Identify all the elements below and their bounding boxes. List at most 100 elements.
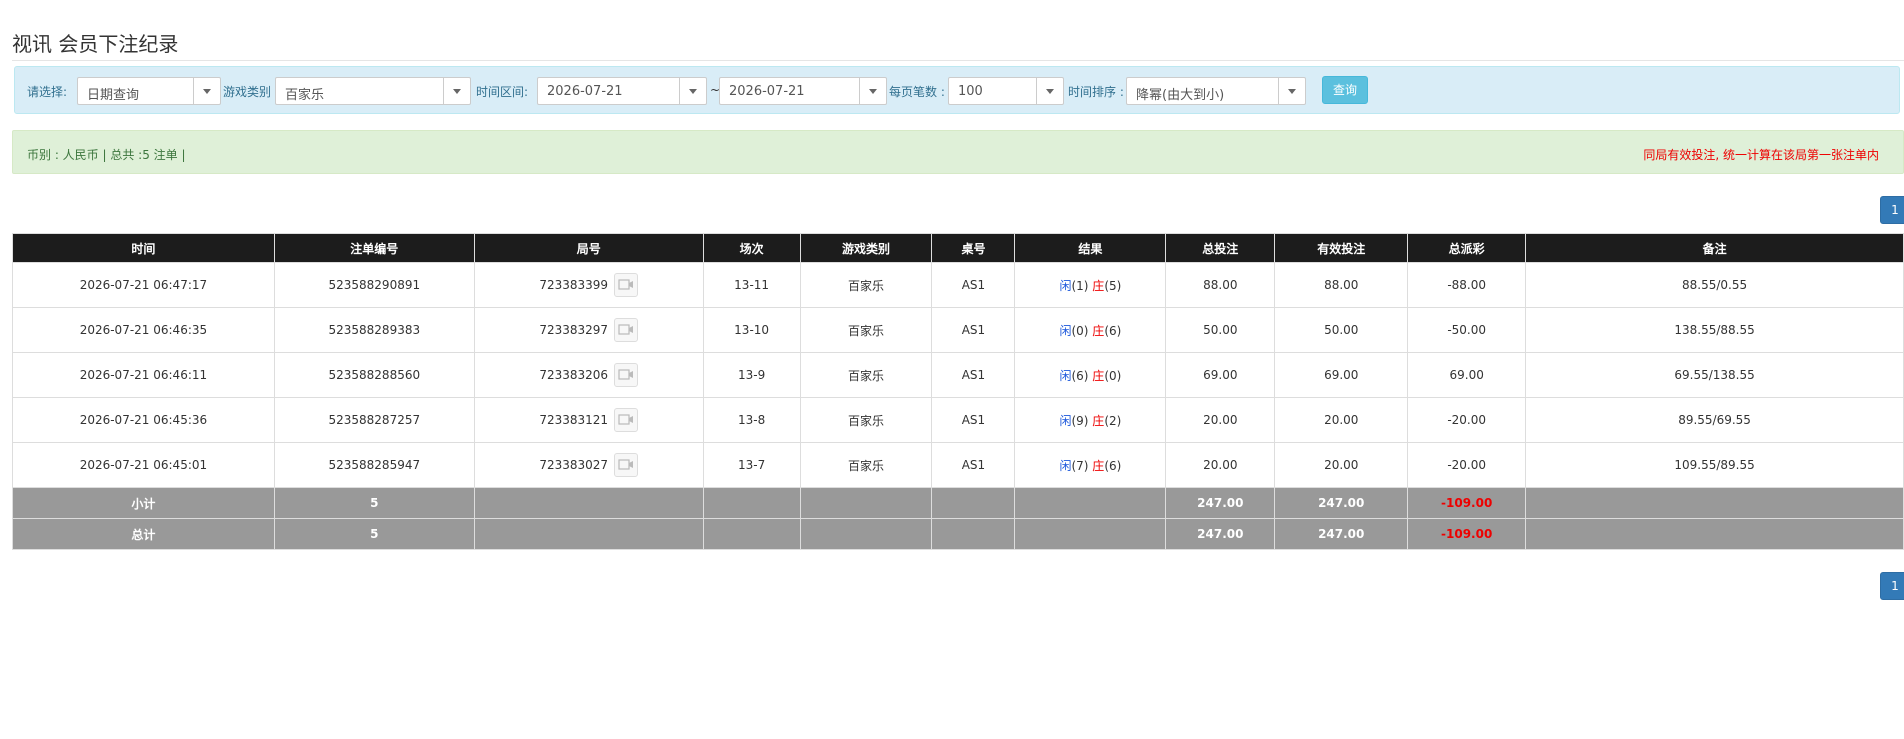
pagination-page-top[interactable]: 1 [1880, 196, 1904, 224]
subtotal-total-bet: 247.00 [1165, 487, 1276, 519]
column-header-payout[interactable]: 总派彩 [1407, 233, 1527, 263]
pagination-page-bottom[interactable]: 1 [1880, 572, 1904, 600]
cell-remark: 88.55/0.55 [1525, 262, 1904, 308]
sort-order-select[interactable]: 降幂(由大到小) [1126, 77, 1306, 105]
end-date-select[interactable]: 2026-07-21 [719, 77, 887, 105]
cell-table-no: AS1 [931, 397, 1016, 443]
chevron-down-icon [1036, 78, 1063, 104]
player-label: 闲 [1059, 458, 1072, 473]
column-header-time[interactable]: 时间 [12, 233, 275, 263]
cell-valid-bet: 69.00 [1274, 352, 1409, 398]
bet-records-table: 时间 注单编号 局号 场次 游戏类别 桌号 结果 总投注 有效投注 总派彩 备注… [12, 233, 1904, 550]
column-header-table-no[interactable]: 桌号 [931, 233, 1016, 263]
page-title: 视讯 会员下注纪录 [12, 32, 179, 56]
column-header-valid-bet[interactable]: 有效投注 [1274, 233, 1409, 263]
cell-valid-bet: 20.00 [1274, 397, 1409, 443]
cell-payout: 69.00 [1407, 352, 1527, 398]
banker-score: (5) [1104, 278, 1122, 293]
subtotal-count: 5 [273, 487, 475, 519]
total-total-bet: 247.00 [1165, 518, 1276, 550]
table-row: 2026-07-21 06:46:11 523588288560 7233832… [12, 352, 1904, 398]
cell-payout: -50.00 [1407, 307, 1527, 353]
cell-game: 百家乐 [799, 262, 933, 308]
end-date-value: 2026-07-21 [729, 84, 805, 99]
cell-result: 闲(0) 庄(6) [1014, 307, 1167, 353]
player-label: 闲 [1059, 413, 1072, 428]
sort-label: 时间排序 : [1068, 85, 1124, 99]
round-no-text: 723383297 [539, 323, 609, 337]
table-header-row: 时间 注单编号 局号 场次 游戏类别 桌号 结果 总投注 有效投注 总派彩 备注 [12, 233, 1904, 263]
video-replay-icon[interactable] [614, 363, 639, 387]
column-header-result[interactable]: 结果 [1014, 233, 1167, 263]
video-replay-icon[interactable] [614, 318, 639, 342]
per-page-value: 100 [958, 84, 983, 99]
cell-round-no: 723383399 [473, 262, 704, 308]
cell-bet-no: 523588290891 [273, 262, 475, 308]
chevron-down-icon [1278, 78, 1305, 104]
table-row: 2026-07-21 06:45:36 523588287257 7233831… [12, 397, 1904, 443]
column-header-round-no[interactable]: 局号 [473, 233, 704, 263]
cell-remark: 138.55/88.55 [1525, 307, 1904, 353]
summary-info: 币别 : 人民币 | 总共 :5 注单 | [27, 148, 186, 162]
start-date-value: 2026-07-21 [547, 84, 623, 99]
total-payout: -109.00 [1407, 518, 1527, 550]
cell-shoe: 13-8 [702, 397, 801, 443]
player-label: 闲 [1059, 368, 1072, 383]
cell-table-no: AS1 [931, 352, 1016, 398]
video-replay-icon[interactable] [614, 273, 639, 297]
cell-time: 2026-07-21 06:46:35 [12, 307, 275, 353]
table-row: 2026-07-21 06:45:01 523588285947 7233830… [12, 442, 1904, 488]
summary-notice: 同局有效投注, 统一计算在该局第一张注单内 [1643, 148, 1879, 162]
per-page-select[interactable]: 100 [948, 77, 1064, 105]
chevron-down-icon [193, 78, 220, 104]
cell-result: 闲(6) 庄(0) [1014, 352, 1167, 398]
query-type-select[interactable]: 日期查询 [77, 77, 221, 105]
cell-bet-no: 523588287257 [273, 397, 475, 443]
banker-label: 庄 [1092, 278, 1105, 293]
cell-payout: -88.00 [1407, 262, 1527, 308]
cell-result: 闲(9) 庄(2) [1014, 397, 1167, 443]
query-button[interactable]: 查询 [1322, 76, 1368, 104]
cell-game: 百家乐 [799, 352, 933, 398]
video-replay-icon[interactable] [614, 408, 639, 432]
summary-bar: 币别 : 人民币 | 总共 :5 注单 | 同局有效投注, 统一计算在该局第一张… [12, 130, 1904, 174]
round-no-text: 723383121 [539, 413, 609, 427]
column-header-total-bet[interactable]: 总投注 [1165, 233, 1276, 263]
cell-round-no: 723383121 [473, 397, 704, 443]
video-replay-icon[interactable] [614, 453, 639, 477]
cell-total-bet: 20.00 [1165, 442, 1276, 488]
game-type-select[interactable]: 百家乐 [275, 77, 471, 105]
cell-shoe: 13-11 [702, 262, 801, 308]
round-no-text: 723383206 [539, 368, 609, 382]
cell-round-no: 723383297 [473, 307, 704, 353]
cell-bet-no: 523588285947 [273, 442, 475, 488]
subtotal-label: 小计 [12, 487, 275, 519]
cell-payout: -20.00 [1407, 442, 1527, 488]
column-header-game-type[interactable]: 游戏类别 [799, 233, 933, 263]
cell-total-bet: 20.00 [1165, 397, 1276, 443]
cell-shoe: 13-7 [702, 442, 801, 488]
start-date-select[interactable]: 2026-07-21 [537, 77, 707, 105]
player-score: (6) [1071, 368, 1089, 383]
banker-score: (2) [1104, 413, 1122, 428]
column-header-remark[interactable]: 备注 [1525, 233, 1904, 263]
cell-result: 闲(1) 庄(5) [1014, 262, 1167, 308]
cell-shoe: 13-9 [702, 352, 801, 398]
cell-bet-no: 523588289383 [273, 307, 475, 353]
table-row: 2026-07-21 06:46:35 523588289383 7233832… [12, 307, 1904, 353]
cell-payout: -20.00 [1407, 397, 1527, 443]
player-score: (0) [1071, 323, 1089, 338]
cell-valid-bet: 88.00 [1274, 262, 1409, 308]
cell-time: 2026-07-21 06:47:17 [12, 262, 275, 308]
filter-bar: 请选择: 日期查询 游戏类别 百家乐 时间区间: 2026-07-21 ~ 20… [14, 66, 1900, 114]
cell-game: 百家乐 [799, 397, 933, 443]
table-row: 2026-07-21 06:47:17 523588290891 7233833… [12, 262, 1904, 308]
column-header-shoe[interactable]: 场次 [702, 233, 801, 263]
banker-label: 庄 [1092, 458, 1105, 473]
column-header-bet-no[interactable]: 注单编号 [273, 233, 475, 263]
cell-round-no: 723383027 [473, 442, 704, 488]
cell-valid-bet: 20.00 [1274, 442, 1409, 488]
cell-valid-bet: 50.00 [1274, 307, 1409, 353]
cell-table-no: AS1 [931, 307, 1016, 353]
total-label: 总计 [12, 518, 275, 550]
